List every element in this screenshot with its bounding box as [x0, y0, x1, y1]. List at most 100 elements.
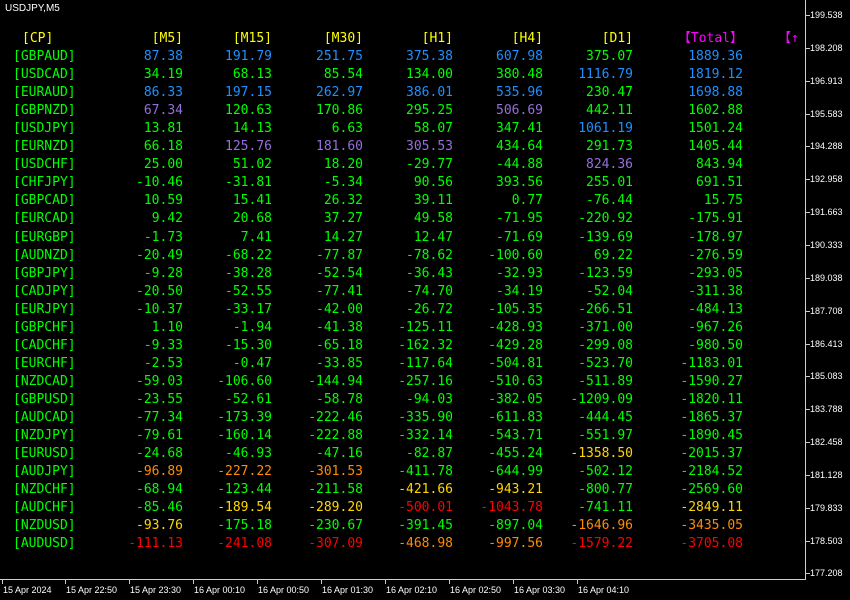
- timeframe-value: -71.69: [496, 229, 543, 245]
- total-value: 15.75: [703, 193, 743, 209]
- timeframe-value: -41.38: [316, 319, 363, 335]
- timeframe-value: 37.27: [323, 211, 363, 227]
- price-label: 179.833: [810, 502, 843, 513]
- timeframe-value: 347.41: [496, 121, 543, 137]
- pair-label: [CHFJPY]: [13, 175, 76, 191]
- time-tick: [513, 580, 514, 584]
- timeframe-value: -301.53: [308, 464, 363, 480]
- timeframe-value: -77.34: [136, 410, 183, 425]
- timeframe-value: 69.22: [593, 247, 633, 263]
- timeframe-value: -96.89: [136, 464, 183, 480]
- timeframe-value: -2.53: [143, 355, 183, 371]
- price-label: 189.038: [810, 272, 843, 283]
- time-label: 15 Apr 23:30: [130, 585, 182, 595]
- timeframe-value: -1.73: [143, 229, 183, 245]
- timeframe-value: -10.46: [136, 175, 183, 191]
- timeframe-value: 134.00: [406, 67, 453, 83]
- total-value: -178.97: [688, 229, 743, 245]
- timeframe-value: -52.04: [586, 283, 633, 299]
- timeframe-value: -46.93: [225, 446, 272, 462]
- pair-label: [EURCAD]: [13, 211, 76, 227]
- timeframe-value: -382.05: [488, 391, 543, 407]
- pair-label: [CADJPY]: [13, 283, 76, 299]
- price-label: 178.503: [810, 535, 843, 546]
- total-value: -967.26: [688, 319, 743, 335]
- price-label: 177.208: [810, 568, 843, 579]
- timeframe-value: 90.56: [413, 175, 453, 191]
- total-value: 691.51: [696, 175, 743, 191]
- timeframe-value: 18.20: [323, 157, 363, 173]
- timeframe-value: -444.45: [578, 410, 633, 425]
- timeframe-value: 393.56: [496, 175, 543, 191]
- pair-label: [CADCHF]: [13, 337, 76, 353]
- total-value: -1890.45: [680, 428, 743, 444]
- price-label: 192.958: [810, 174, 843, 185]
- timeframe-value: -741.11: [578, 500, 633, 516]
- total-value: -980.50: [688, 337, 743, 353]
- timeframe-value: 251.75: [316, 49, 363, 64]
- timeframe-value: 20.68: [232, 211, 272, 227]
- timeframe-value: 535.96: [496, 85, 543, 101]
- timeframe-value: -502.12: [578, 464, 633, 480]
- timeframe-value: -36.43: [406, 265, 453, 281]
- timeframe-value: -211.58: [308, 482, 363, 498]
- pair-label: [NZDJPY]: [13, 428, 76, 444]
- time-tick: [129, 580, 130, 584]
- timeframe-value: 181.60: [316, 139, 363, 155]
- timeframe-value: -421.66: [398, 482, 453, 498]
- timeframe-value: -175.18: [217, 518, 272, 534]
- timeframe-value: -74.70: [406, 283, 453, 299]
- timeframe-value: -241.08: [217, 536, 272, 552]
- column-header-0: [CP]: [22, 31, 54, 46]
- total-value: -3705.08: [680, 536, 743, 552]
- time-label: 16 Apr 02:10: [386, 585, 438, 595]
- timeframe-value: -78.62: [406, 247, 453, 263]
- column-header-5: [H4]: [511, 31, 543, 46]
- timeframe-value: 197.15: [225, 85, 272, 101]
- timeframe-value: -93.76: [136, 518, 183, 534]
- timeframe-value: 51.02: [232, 157, 272, 173]
- timeframe-value: -77.87: [316, 247, 363, 263]
- time-tick: [321, 580, 322, 584]
- timeframe-value: -504.81: [488, 355, 543, 371]
- price-label: 198.208: [810, 42, 843, 53]
- timeframe-value: -117.64: [398, 355, 453, 371]
- timeframe-value: 7.41: [240, 229, 272, 245]
- time-label: 16 Apr 00:50: [258, 585, 310, 595]
- total-value: -1590.27: [680, 373, 743, 389]
- time-label: 16 Apr 03:30: [514, 585, 566, 595]
- timeframe-value: -800.77: [578, 482, 633, 498]
- timeframe-value: -85.46: [136, 500, 183, 516]
- total-value: 843.94: [696, 157, 743, 173]
- timeframe-value: 68.13: [232, 67, 272, 83]
- timeframe-value: 1116.79: [578, 67, 633, 83]
- total-value: -175.91: [688, 211, 743, 227]
- total-value: 1889.36: [688, 49, 743, 64]
- timeframe-value: -52.61: [225, 391, 272, 407]
- price-label: 186.413: [810, 338, 843, 349]
- timeframe-value: -52.54: [316, 265, 363, 281]
- timeframe-value: -10.37: [136, 301, 183, 317]
- timeframe-value: -173.39: [217, 410, 272, 425]
- price-label: 183.788: [810, 404, 843, 415]
- column-header-1: [M5]: [151, 31, 183, 46]
- timeframe-value: -139.69: [578, 229, 633, 245]
- timeframe-value: 375.38: [406, 49, 453, 64]
- timeframe-value: 125.76: [225, 139, 272, 155]
- time-tick: [449, 580, 450, 584]
- timeframe-value: 34.19: [143, 67, 183, 83]
- timeframe-value: -5.34: [323, 175, 363, 191]
- timeframe-value: 25.00: [143, 157, 183, 173]
- timeframe-value: 26.32: [323, 193, 363, 209]
- timeframe-value: -1.94: [232, 319, 272, 335]
- timeframe-value: -162.32: [398, 337, 453, 353]
- time-tick: [385, 580, 386, 584]
- timeframe-value: -34.19: [496, 283, 543, 299]
- timeframe-value: 262.97: [316, 85, 363, 101]
- timeframe-value: -428.93: [488, 319, 543, 335]
- pair-label: [AUDCAD]: [13, 410, 76, 425]
- timeframe-value: -9.33: [143, 337, 183, 353]
- column-header-8: 【↑: [778, 31, 799, 46]
- time-tick: [577, 580, 578, 584]
- timeframe-value: 14.27: [323, 229, 363, 245]
